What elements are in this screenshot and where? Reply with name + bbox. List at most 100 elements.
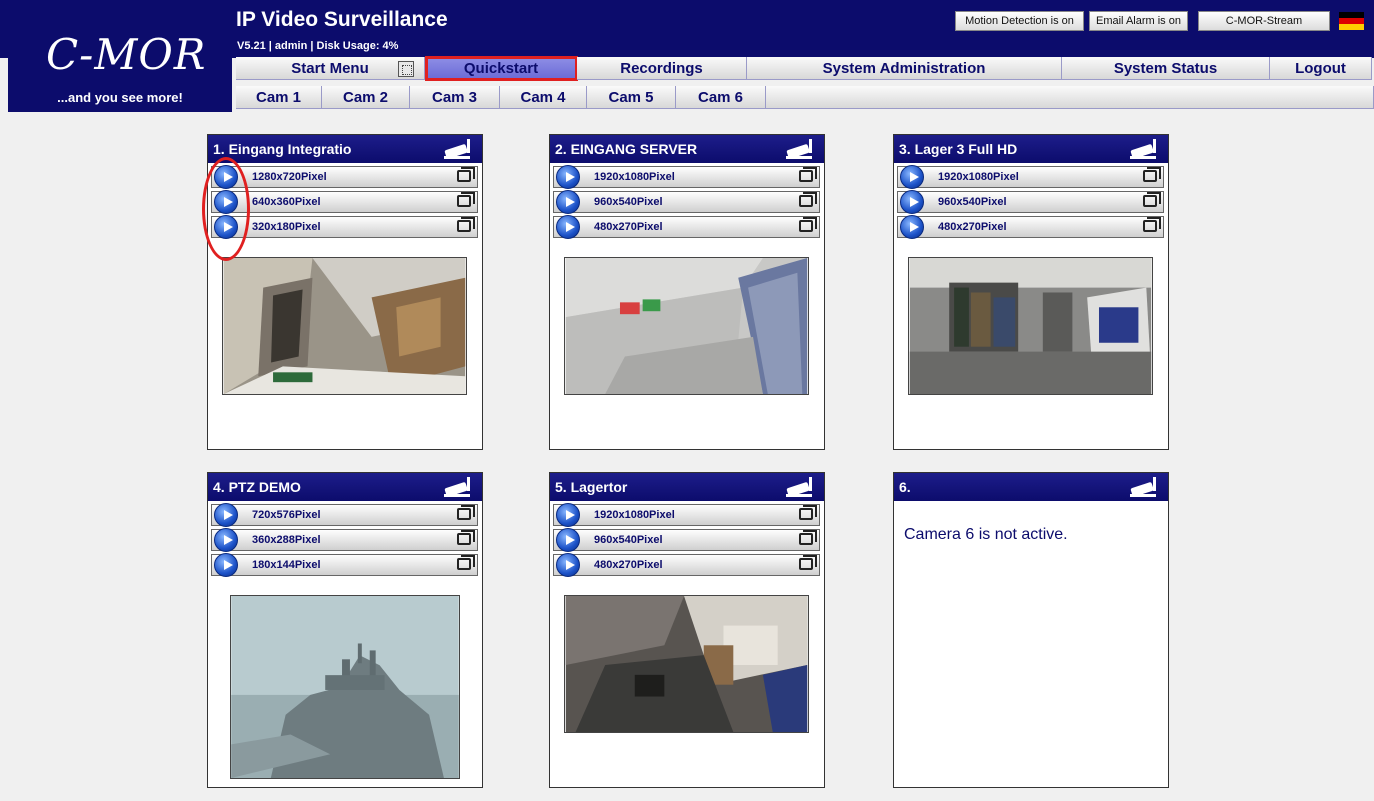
security-camera-icon [444, 477, 470, 497]
stream-label: 720x576Pixel [252, 509, 321, 521]
nav-cam-1[interactable]: Cam 1 [236, 86, 322, 109]
popout-window-icon[interactable] [799, 505, 817, 520]
camera-panel-4: 4. PTZ DEMO 720x576Pixel 360x288Pixel 18… [207, 472, 483, 788]
camera-feed-image[interactable] [222, 257, 467, 395]
camera-title: 4. PTZ DEMO [213, 479, 301, 495]
camera-panel-header: 4. PTZ DEMO [208, 473, 482, 501]
camera-panel-header: 2. EINGANG SERVER [550, 135, 824, 163]
stream-label: 320x180Pixel [252, 221, 321, 233]
camera-panel-header: 1. Eingang Integratio [208, 135, 482, 163]
stream-label: 640x360Pixel [252, 196, 321, 208]
stream-label: 180x144Pixel [252, 559, 321, 571]
play-icon[interactable] [214, 503, 238, 527]
nav-quickstart-label: Quickstart [425, 56, 578, 81]
stream-label: 1280x720Pixel [252, 171, 327, 183]
stream-link[interactable]: 480x270Pixel [897, 215, 1164, 239]
grid-view-icon[interactable] [398, 61, 414, 77]
german-flag-icon[interactable] [1339, 12, 1364, 30]
nav-start-menu[interactable]: Start Menu [236, 57, 425, 80]
popout-window-icon[interactable] [457, 167, 475, 182]
popout-window-icon[interactable] [457, 192, 475, 207]
play-icon[interactable] [900, 215, 924, 239]
stream-link[interactable]: 480x270Pixel [553, 553, 820, 577]
stream-label: 960x540Pixel [594, 534, 663, 546]
play-icon[interactable] [214, 528, 238, 552]
security-camera-icon [786, 139, 812, 159]
motion-detection-status-button[interactable]: Motion Detection is on [955, 11, 1084, 31]
camera-feed-image[interactable] [230, 595, 460, 779]
camera-panel-2: 2. EINGANG SERVER 1920x1080Pixel 960x540… [549, 134, 825, 450]
play-icon[interactable] [556, 165, 580, 189]
email-alarm-status-button[interactable]: Email Alarm is on [1089, 11, 1188, 31]
nav-system-administration[interactable]: System Administration [747, 57, 1062, 80]
nav-cam-6[interactable]: Cam 6 [676, 86, 766, 109]
nav-cam-2[interactable]: Cam 2 [322, 86, 410, 109]
popout-window-icon[interactable] [799, 530, 817, 545]
popout-window-icon[interactable] [1143, 192, 1161, 207]
popout-window-icon[interactable] [799, 167, 817, 182]
camera-panel-header: 3. Lager 3 Full HD [894, 135, 1168, 163]
nav-quickstart[interactable]: Quickstart [425, 56, 578, 81]
camera-panel-5: 5. Lagertor 1920x1080Pixel 960x540Pixel … [549, 472, 825, 788]
popout-window-icon[interactable] [457, 217, 475, 232]
stream-label: 480x270Pixel [938, 221, 1007, 233]
play-icon[interactable] [556, 190, 580, 214]
camera-inactive-message: Camera 6 is not active. [904, 526, 1068, 543]
popout-window-icon[interactable] [457, 555, 475, 570]
nav-cam-5[interactable]: Cam 5 [587, 86, 676, 109]
stream-link[interactable]: 360x288Pixel [211, 528, 478, 552]
logo-text: C-MOR [46, 30, 207, 79]
nav-system-status[interactable]: System Status [1062, 57, 1270, 80]
popout-window-icon[interactable] [1143, 167, 1161, 182]
stream-link[interactable]: 1920x1080Pixel [553, 165, 820, 189]
stream-link[interactable]: 1280x720Pixel [211, 165, 478, 189]
stream-label: 360x288Pixel [252, 534, 321, 546]
stream-link[interactable]: 1920x1080Pixel [553, 503, 820, 527]
camera-panel-header: 5. Lagertor [550, 473, 824, 501]
stream-link[interactable]: 640x360Pixel [211, 190, 478, 214]
popout-window-icon[interactable] [457, 505, 475, 520]
page-title: IP Video Surveillance [236, 8, 448, 31]
camera-nav-filler [766, 86, 1374, 109]
camera-title: 3. Lager 3 Full HD [899, 141, 1018, 157]
cmor-stream-button[interactable]: C-MOR-Stream [1198, 11, 1330, 31]
security-camera-icon [1130, 139, 1156, 159]
popout-window-icon[interactable] [799, 217, 817, 232]
camera-feed-image[interactable] [564, 595, 809, 733]
camera-panel-6: 6. Camera 6 is not active. [893, 472, 1169, 788]
stream-link[interactable]: 960x540Pixel [553, 190, 820, 214]
popout-window-icon[interactable] [799, 555, 817, 570]
security-camera-icon [444, 139, 470, 159]
popout-window-icon[interactable] [457, 530, 475, 545]
camera-title: 1. Eingang Integratio [213, 141, 352, 157]
stream-label: 1920x1080Pixel [594, 509, 675, 521]
camera-nav: Cam 1 Cam 2 Cam 3 Cam 4 Cam 5 Cam 6 [236, 86, 1374, 109]
play-icon[interactable] [556, 528, 580, 552]
play-icon[interactable] [900, 190, 924, 214]
camera-feed-image[interactable] [564, 257, 809, 395]
camera-title: 6. [899, 479, 911, 495]
main-nav: Start Menu Quickstart Recordings System … [236, 56, 1374, 81]
popout-window-icon[interactable] [799, 192, 817, 207]
camera-title: 5. Lagertor [555, 479, 628, 495]
play-icon[interactable] [556, 503, 580, 527]
nav-logout[interactable]: Logout [1270, 57, 1372, 80]
play-icon[interactable] [556, 215, 580, 239]
stream-link[interactable]: 1920x1080Pixel [897, 165, 1164, 189]
play-icon[interactable] [556, 553, 580, 577]
stream-label: 960x540Pixel [938, 196, 1007, 208]
security-camera-icon [1130, 477, 1156, 497]
stream-link[interactable]: 960x540Pixel [897, 190, 1164, 214]
stream-link[interactable]: 960x540Pixel [553, 528, 820, 552]
stream-link[interactable]: 180x144Pixel [211, 553, 478, 577]
popout-window-icon[interactable] [1143, 217, 1161, 232]
nav-cam-4[interactable]: Cam 4 [500, 86, 587, 109]
stream-link[interactable]: 720x576Pixel [211, 503, 478, 527]
nav-recordings[interactable]: Recordings [577, 57, 747, 80]
nav-cam-3[interactable]: Cam 3 [410, 86, 500, 109]
play-icon[interactable] [900, 165, 924, 189]
camera-feed-image[interactable] [908, 257, 1153, 395]
play-icon[interactable] [214, 553, 238, 577]
stream-link[interactable]: 320x180Pixel [211, 215, 478, 239]
stream-link[interactable]: 480x270Pixel [553, 215, 820, 239]
